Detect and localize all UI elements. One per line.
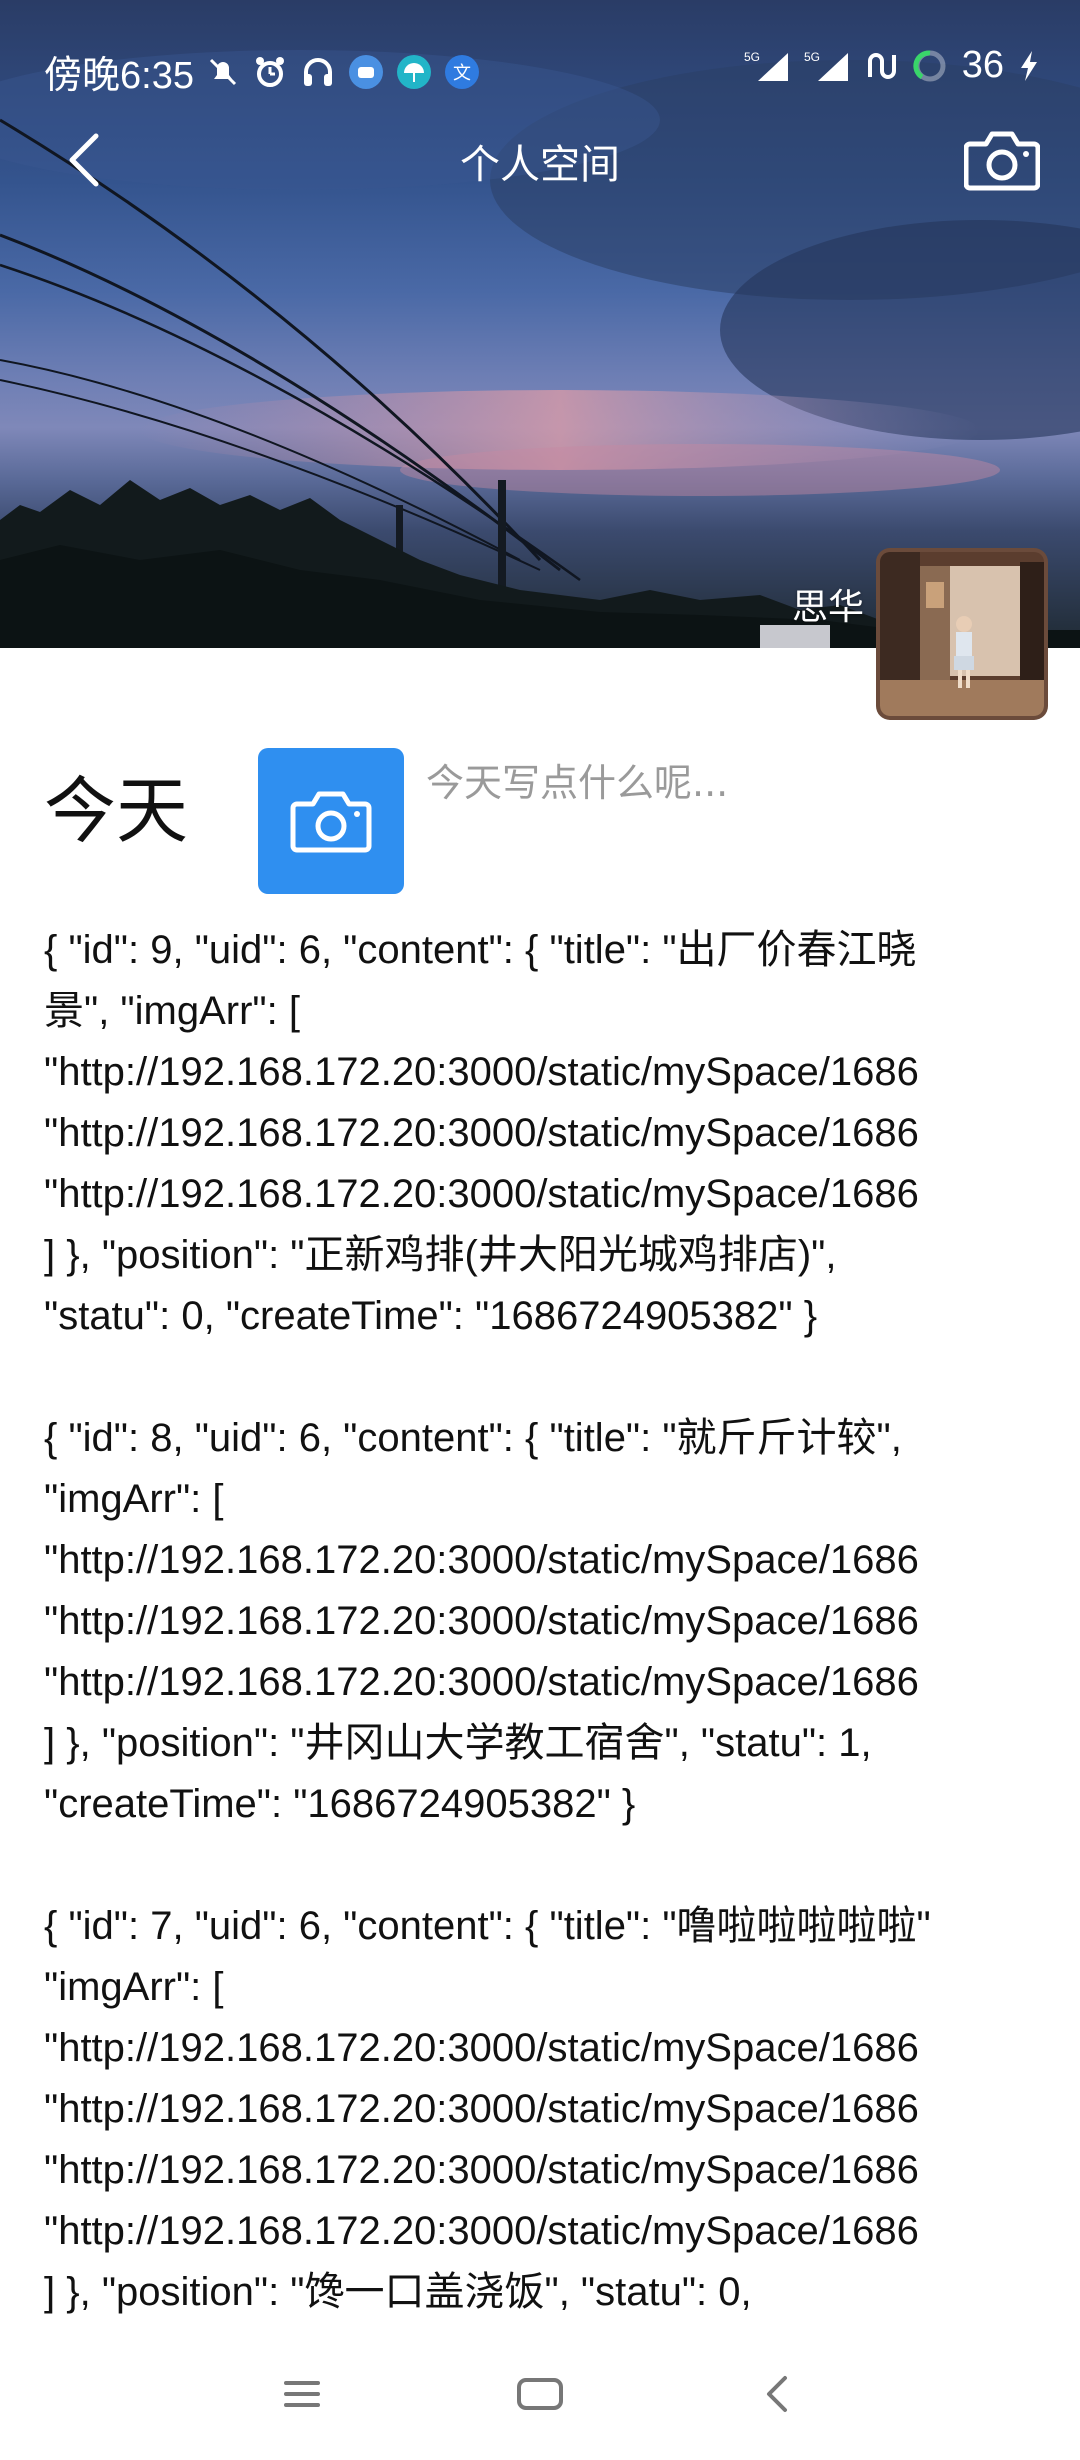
- camera-icon: [964, 131, 1040, 191]
- records-list: { "id": 9, "uid": 6, "content": { "title…: [44, 920, 1080, 2330]
- list-item: { "id": 9, "uid": 6, "content": { "title…: [44, 928, 919, 1338]
- home-icon: [517, 2378, 563, 2410]
- svg-text:文: 文: [453, 63, 471, 84]
- app-notify-icon: [348, 54, 384, 90]
- signal-5g-icon: 5G: [744, 49, 790, 83]
- headphones-icon: [300, 54, 336, 90]
- avatar[interactable]: [876, 548, 1048, 720]
- avatar-photo: [880, 552, 1044, 716]
- camera-icon: [290, 791, 372, 853]
- page-title: 个人空间: [460, 142, 620, 188]
- svg-text:5G: 5G: [804, 50, 820, 64]
- username: 思华: [791, 587, 864, 628]
- today-label: 今天: [44, 769, 189, 853]
- upload-image-button[interactable]: [258, 748, 404, 894]
- svg-text:5G: 5G: [744, 50, 760, 64]
- list-item: { "id": 7, "uid": 6, "content": { "title…: [44, 1904, 931, 2314]
- home-button[interactable]: [500, 2362, 580, 2426]
- cover-camera-button[interactable]: [960, 118, 1044, 202]
- menu-icon: [284, 2381, 320, 2407]
- signal-5g-icon: 5G: [804, 49, 850, 83]
- back-icon: [767, 2376, 787, 2412]
- battery-ring-icon: [912, 48, 948, 84]
- post-text-input[interactable]: [426, 748, 1046, 818]
- silent-icon: [206, 55, 240, 89]
- system-back-button[interactable]: [738, 2362, 818, 2426]
- charging-icon: [1018, 49, 1040, 83]
- umbrella-icon: [396, 54, 432, 90]
- battery-level: 36: [961, 44, 1004, 86]
- nav-bar: 个人空间: [0, 110, 1080, 210]
- alarm-icon: [252, 54, 288, 90]
- system-nav-bar: [0, 2332, 1080, 2460]
- status-time: 傍晚6:35: [44, 55, 194, 97]
- personal-space-page: 傍晚6:35 文 5G 5G 36 个人空间 思华 今天 今天写点什么呢... …: [0, 0, 1080, 2460]
- translate-icon: 文: [444, 54, 480, 90]
- network-icon: [864, 49, 898, 83]
- list-item: { "id": 8, "uid": 6, "content": { "title…: [44, 1416, 919, 1826]
- menu-button[interactable]: [262, 2362, 342, 2426]
